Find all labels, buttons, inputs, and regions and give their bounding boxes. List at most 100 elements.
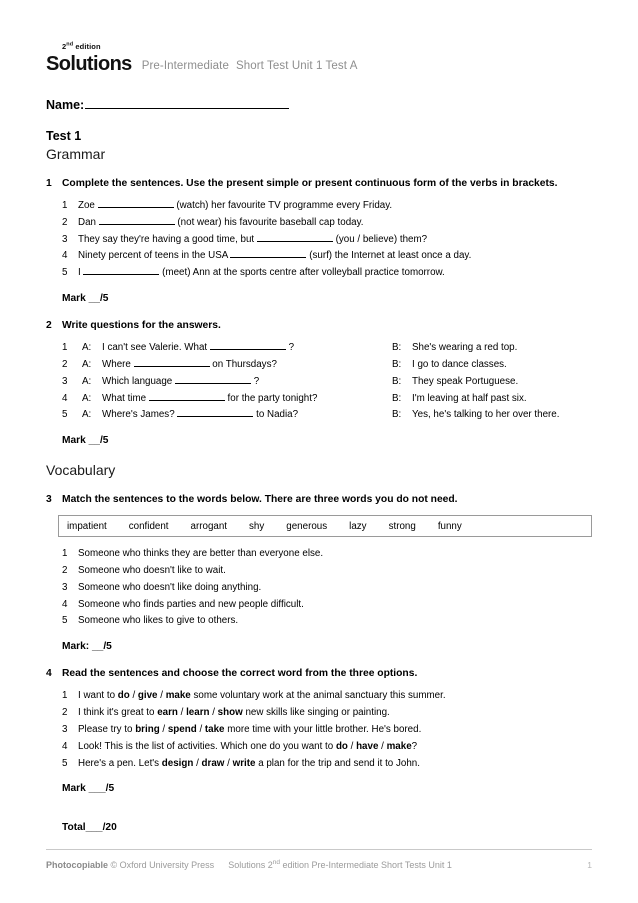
- word-bank-word[interactable]: arrogant: [191, 521, 228, 532]
- question-cell: 3 A: Which language ?: [62, 374, 392, 391]
- question-text: I can't see Valerie. What ?: [102, 340, 392, 357]
- logo-edition-label: 2nd edition: [62, 41, 101, 51]
- item-number: 1: [62, 690, 68, 702]
- speaker-b-label: B:: [392, 375, 402, 387]
- option-3[interactable]: show: [218, 707, 243, 718]
- name-input-line[interactable]: [85, 99, 290, 109]
- option-3[interactable]: make: [166, 690, 191, 701]
- answer-blank[interactable]: [98, 216, 175, 225]
- list-item: 3 They say they're having a good time, b…: [46, 232, 592, 249]
- page-footer: Photocopiable © Oxford University Press S…: [46, 859, 592, 870]
- item-number: 1: [62, 342, 68, 353]
- footer-solutions: Solutions 2: [228, 860, 273, 870]
- sentence-pre: I want to: [78, 690, 118, 702]
- exercise-1-instruction: Complete the sentences. Use the present …: [62, 178, 558, 189]
- option-1[interactable]: design: [162, 758, 194, 769]
- word-bank-word[interactable]: generous: [286, 521, 327, 532]
- answer-cell: B: She's wearing a red top.: [392, 340, 592, 357]
- item-text-before: Zoe: [78, 199, 98, 211]
- item-text-before: They say they're having a good time, but: [78, 233, 257, 245]
- option-3[interactable]: take: [205, 724, 225, 735]
- item-text: Here's a pen. Let's design / draw / writ…: [78, 757, 420, 769]
- sentence-post: ?: [411, 740, 418, 752]
- answer-cell: B: They speak Portuguese.: [392, 374, 592, 391]
- footer-solutions-rest: edition: [279, 860, 309, 870]
- word-bank-word[interactable]: funny: [438, 521, 462, 532]
- item-text: Ninety percent of teens in the USA (surf…: [78, 248, 592, 265]
- worksheet-page: 2nd edition Solutions Pre-Intermediate Sh…: [0, 0, 638, 903]
- exercise-4-mark[interactable]: Mark ___/5: [46, 783, 592, 794]
- option-1[interactable]: earn: [157, 707, 178, 718]
- section-heading-grammar: Grammar: [46, 146, 106, 162]
- list-item: 2 I think it's great to earn / learn / s…: [46, 705, 592, 722]
- item-number: 5: [62, 409, 68, 421]
- list-item: 2 Dan (not wear) his favourite baseball …: [46, 215, 592, 232]
- option-2[interactable]: spend: [168, 724, 197, 735]
- exercise-1-mark[interactable]: Mark __/5: [46, 293, 592, 304]
- item-text-after: (watch) her favourite TV programme every…: [173, 199, 393, 211]
- answer-blank[interactable]: [256, 233, 333, 242]
- question-before: What time: [102, 392, 149, 404]
- list-item: 1 I want to do / give / make some volunt…: [46, 688, 592, 705]
- item-number: 5: [62, 267, 68, 279]
- speaker-a-label: A:: [82, 375, 92, 387]
- option-2[interactable]: give: [138, 690, 158, 701]
- speaker-a-label: A:: [82, 392, 92, 404]
- word-bank-word[interactable]: impatient: [67, 521, 107, 532]
- question-cell: 5 A: Where's James? to Nadia?: [62, 407, 392, 424]
- list-item: 4 Look! This is the list of activities. …: [46, 739, 592, 756]
- answer-blank[interactable]: [174, 375, 251, 384]
- answer-blank[interactable]: [148, 392, 225, 401]
- word-bank-word[interactable]: shy: [249, 521, 264, 532]
- answer-blank[interactable]: [209, 341, 286, 350]
- option-3[interactable]: make: [387, 741, 412, 752]
- option-1[interactable]: bring: [135, 724, 160, 735]
- footer-divider: [46, 849, 592, 850]
- name-label: Name:: [46, 98, 85, 112]
- exercise-2-mark[interactable]: Mark __/5: [46, 435, 592, 446]
- test-title: Test 1: [46, 129, 82, 143]
- exercise-2: 2 Write questions for the answers. 1 A: …: [46, 319, 592, 446]
- item-number: 3: [62, 375, 68, 387]
- footer-photocopiable: Photocopiable: [46, 860, 109, 870]
- answer-blank[interactable]: [230, 249, 307, 259]
- option-2[interactable]: have: [356, 741, 378, 752]
- solutions-logo: 2nd edition Solutions: [46, 42, 132, 74]
- speaker-a-label: A:: [82, 409, 92, 421]
- answer-blank[interactable]: [97, 199, 174, 208]
- question-after: on Thursdays?: [209, 358, 277, 370]
- exercise-1: 1 Complete the sentences. Use the presen…: [46, 177, 592, 304]
- answer-blank[interactable]: [177, 408, 254, 418]
- section-heading-vocabulary: Vocabulary: [46, 462, 116, 479]
- answer-blank[interactable]: [133, 358, 210, 367]
- footer-text: Photocopiable © Oxford University Press S…: [46, 859, 587, 870]
- answer-text: I go to dance classes.: [412, 358, 507, 370]
- exercise-3-mark[interactable]: Mark: __/5: [46, 641, 592, 652]
- word-bank-word[interactable]: lazy: [349, 521, 366, 532]
- option-2[interactable]: draw: [202, 758, 225, 769]
- list-item: 5 Someone who likes to give to others.: [46, 613, 592, 630]
- option-3[interactable]: write: [233, 758, 256, 769]
- option-1[interactable]: do: [336, 741, 348, 752]
- word-bank-word[interactable]: confident: [129, 521, 169, 532]
- sentence-pre: Here's a pen. Let's: [78, 757, 162, 769]
- answer-text: They speak Portuguese.: [412, 375, 519, 387]
- item-text-before: Ninety percent of teens in the USA: [78, 250, 231, 262]
- item-text: Look! This is the list of activities. Wh…: [78, 740, 418, 752]
- item-number: 4: [62, 392, 68, 404]
- footer-tail: Pre-Intermediate Short Tests Unit 1: [311, 860, 452, 870]
- question-text: Where's James? to Nadia?: [102, 407, 392, 424]
- item-text: Zoe (watch) her favourite TV programme e…: [78, 198, 592, 215]
- question-after: ?: [285, 342, 295, 353]
- answer-blank[interactable]: [83, 266, 160, 276]
- word-bank-word[interactable]: strong: [389, 521, 416, 532]
- list-item: 3 Please try to bring / spend / take mor…: [46, 722, 592, 739]
- exercise-1-items: 1 Zoe (watch) her favourite TV programme…: [46, 198, 592, 282]
- item-text-after: (surf) the Internet at least once a day.: [306, 250, 472, 262]
- option-1[interactable]: do: [118, 690, 130, 701]
- option-2[interactable]: learn: [186, 707, 209, 718]
- item-text-after: (meet) Ann at the sports centre after vo…: [159, 267, 445, 279]
- total-mark[interactable]: Total___/20: [46, 822, 592, 833]
- list-item: 5 Here's a pen. Let's design / draw / wr…: [46, 756, 592, 773]
- question-text: Where on Thursdays?: [102, 357, 392, 374]
